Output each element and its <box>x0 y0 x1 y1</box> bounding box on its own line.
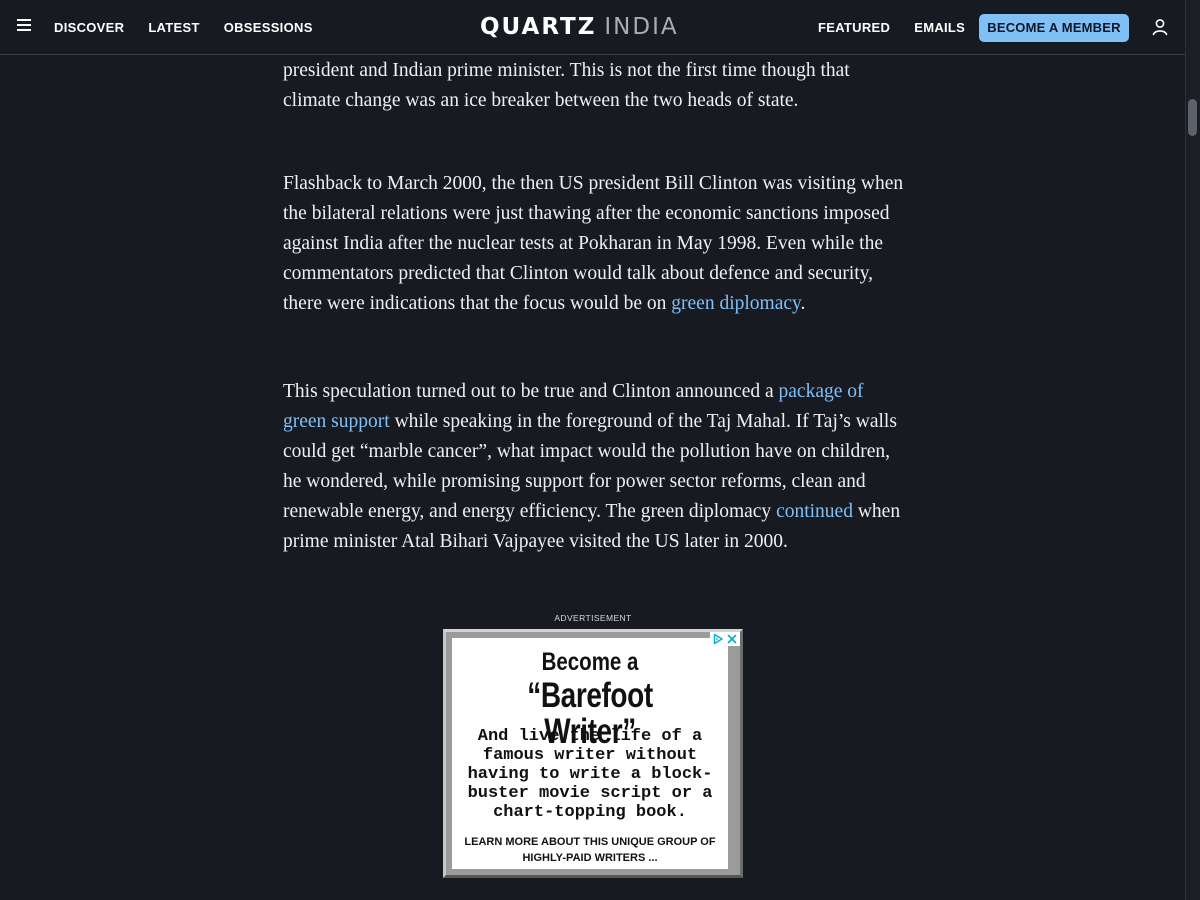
article-paragraph: president and Indian prime minister. Thi… <box>283 56 908 116</box>
article-paragraph: Flashback to March 2000, the then US pre… <box>283 169 908 319</box>
become-member-button[interactable]: BECOME A MEMBER <box>979 14 1129 42</box>
logo-brand-text: QUARTZ <box>480 14 597 40</box>
ad-content[interactable]: Become a “Barefoot Writer” And live the … <box>452 638 728 869</box>
advertisement-banner[interactable]: Become a “Barefoot Writer” And live the … <box>443 629 743 878</box>
article-body: president and Indian prime minister. Thi… <box>283 56 908 552</box>
article-paragraph: This speculation turned out to be true a… <box>283 377 908 557</box>
continued-link[interactable]: continued <box>776 501 853 522</box>
paragraph-text: president and Indian prime minister. Thi… <box>283 60 850 111</box>
paragraph-text: Flashback to March 2000, the then US pre… <box>283 173 904 314</box>
top-navigation-bar: DISCOVER LATEST OBSESSIONS QUARTZ INDIA … <box>0 0 1185 55</box>
paragraph-text: . <box>800 293 806 314</box>
nav-link-latest[interactable]: LATEST <box>148 20 199 35</box>
advertisement-label: ADVERTISEMENT <box>554 613 632 623</box>
hamburger-menu-icon[interactable] <box>17 19 31 35</box>
nav-link-discover[interactable]: DISCOVER <box>54 20 124 35</box>
green-diplomacy-link[interactable]: green diplomacy <box>671 293 800 314</box>
primary-nav: DISCOVER LATEST OBSESSIONS <box>54 0 313 55</box>
ad-call-to-action[interactable]: LEARN MORE ABOUT THIS UNIQUE GROUP OF HI… <box>462 834 718 866</box>
page-scrollbar-thumb[interactable] <box>1188 99 1197 136</box>
paragraph-text: This speculation turned out to be true a… <box>283 381 779 402</box>
logo-edition-text: INDIA <box>604 14 679 40</box>
ad-body-text: And live the life of a famous writer wit… <box>467 727 713 822</box>
site-logo[interactable]: QUARTZ INDIA <box>480 11 679 43</box>
user-account-icon[interactable] <box>1150 17 1170 37</box>
close-icon[interactable] <box>726 633 738 645</box>
ad-controls <box>710 632 740 646</box>
ad-choices-icon[interactable] <box>712 633 724 645</box>
ad-headline: Become a <box>541 648 639 676</box>
nav-link-obsessions[interactable]: OBSESSIONS <box>224 20 313 35</box>
secondary-nav: FEATURED EMAILS <box>818 0 965 55</box>
nav-link-emails[interactable]: EMAILS <box>914 20 965 35</box>
nav-link-featured[interactable]: FEATURED <box>818 20 890 35</box>
